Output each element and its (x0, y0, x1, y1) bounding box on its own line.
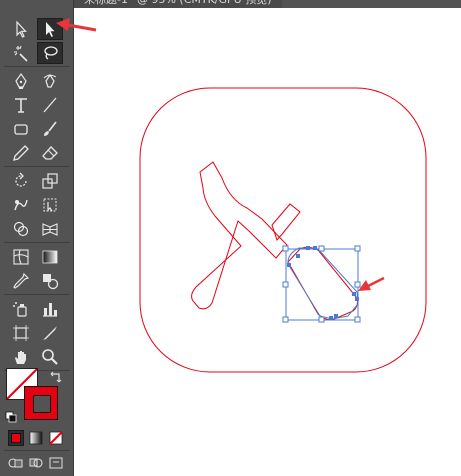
selection-tool[interactable] (8, 18, 34, 40)
pen-tool-icon (15, 72, 27, 89)
slice-tool[interactable] (37, 322, 63, 344)
document-tab-bar: 未标题-1* @ 95% (CMYK/GPU 预览) (74, 0, 461, 8)
paintbrush-tool[interactable] (37, 118, 63, 140)
curvature-tool-icon (43, 73, 57, 88)
gradient-tool-icon (42, 250, 58, 264)
handle-top-center[interactable] (318, 245, 325, 252)
selected-blade-shape[interactable] (287, 246, 358, 321)
blend-tool[interactable] (37, 270, 63, 292)
magic-wand-tool[interactable] (8, 42, 34, 64)
anchor-point[interactable] (352, 292, 356, 296)
free-transform-tool-icon (43, 198, 57, 212)
line-segment-tool-icon (43, 97, 57, 113)
blend-tool-icon (43, 274, 59, 290)
paintbrush-tool-icon (44, 121, 57, 136)
handle-bottom-right[interactable] (354, 316, 361, 323)
handle-top-right[interactable] (354, 245, 361, 252)
hand-tool-icon (15, 351, 26, 364)
screen-mode-button[interactable] (48, 455, 64, 469)
draw-behind-button[interactable] (28, 455, 44, 469)
eraser-tool[interactable] (37, 142, 63, 164)
warp-tool[interactable] (8, 194, 34, 216)
default-fill-stroke-icon[interactable] (5, 408, 17, 423)
symbol-sprayer-tool-icon (13, 302, 27, 317)
free-transform-tool[interactable] (37, 194, 63, 216)
lasso-tool[interactable] (37, 42, 63, 64)
shape-builder-tool[interactable] (8, 218, 34, 240)
gradient-mode-button[interactable] (28, 430, 44, 446)
zoom-tool-icon (42, 349, 58, 365)
warp-tool-icon (14, 199, 28, 211)
anchor-point[interactable] (313, 246, 317, 250)
artboard-tool[interactable] (8, 322, 34, 344)
pen-tool[interactable] (8, 70, 34, 92)
pencil-tool-icon (13, 145, 29, 161)
swap-fill-stroke-icon[interactable] (50, 368, 62, 383)
anchor-point[interactable] (329, 316, 333, 320)
anchor-point[interactable] (287, 263, 291, 267)
handle-bottom-left[interactable] (282, 316, 289, 323)
eraser-tool-icon (42, 146, 58, 160)
slice-tool-icon (43, 326, 57, 340)
wrench-handle-shape[interactable] (191, 161, 288, 310)
draw-normal-button[interactable] (8, 455, 24, 469)
anchor-point[interactable] (296, 254, 300, 258)
color-mode-button[interactable] (8, 430, 24, 446)
perspective-grid-tool[interactable] (37, 218, 63, 240)
scale-tool-icon (42, 173, 58, 189)
symbol-sprayer-tool[interactable] (8, 298, 34, 320)
curvature-tool[interactable] (37, 70, 63, 92)
none-mode-button[interactable] (48, 430, 64, 446)
rounded-square-shape[interactable] (139, 87, 427, 373)
handle-middle-right[interactable] (354, 281, 361, 288)
hand-tool[interactable] (8, 346, 34, 368)
mesh-tool-icon (13, 249, 29, 265)
artboard-canvas[interactable] (75, 8, 461, 476)
shape-builder-tool-icon (13, 221, 29, 237)
tools-panel (0, 0, 74, 476)
screwdriver-head-shape[interactable] (271, 203, 301, 241)
anchor-point[interactable] (334, 314, 338, 318)
anchor-point[interactable] (355, 297, 359, 301)
selection-tool-icon (16, 20, 27, 38)
mesh-tool[interactable] (8, 246, 34, 268)
line-segment-tool[interactable] (37, 94, 63, 116)
type-tool-icon (15, 98, 27, 113)
selection-bounding-box[interactable] (285, 248, 359, 321)
lasso-tool-icon (44, 46, 58, 60)
anchor-point[interactable] (306, 246, 310, 250)
selected-path-outline (287, 247, 359, 320)
annotation-arrow-toolbar (56, 18, 97, 32)
handle-bottom-center[interactable] (318, 316, 325, 323)
rotate-tool[interactable] (8, 170, 34, 192)
handle-middle-left[interactable] (282, 281, 289, 288)
rectangle-tool[interactable] (8, 118, 34, 140)
column-graph-tool[interactable] (37, 298, 63, 320)
annotation-arrow-canvas (358, 276, 385, 291)
document-tab[interactable]: 未标题-1* @ 95% (CMYK/GPU 预览) (74, 0, 282, 8)
eyedropper-tool[interactable] (8, 270, 34, 292)
gradient-tool[interactable] (37, 246, 63, 268)
scale-tool[interactable] (37, 170, 63, 192)
rectangle-tool-icon (14, 124, 28, 135)
stroke-swatch[interactable] (24, 386, 58, 420)
eyedropper-tool-icon (13, 272, 30, 289)
type-tool[interactable] (8, 94, 34, 116)
pencil-tool[interactable] (8, 142, 34, 164)
perspective-grid-tool-icon (42, 223, 58, 236)
artboard-tool-icon (13, 325, 29, 341)
bounding-box-handles (282, 245, 361, 323)
magic-wand-tool-icon (14, 45, 28, 62)
zoom-tool[interactable] (37, 346, 63, 368)
column-graph-tool-icon (43, 303, 57, 317)
handle-top-left[interactable] (282, 245, 289, 252)
rotate-tool-icon (15, 172, 27, 187)
